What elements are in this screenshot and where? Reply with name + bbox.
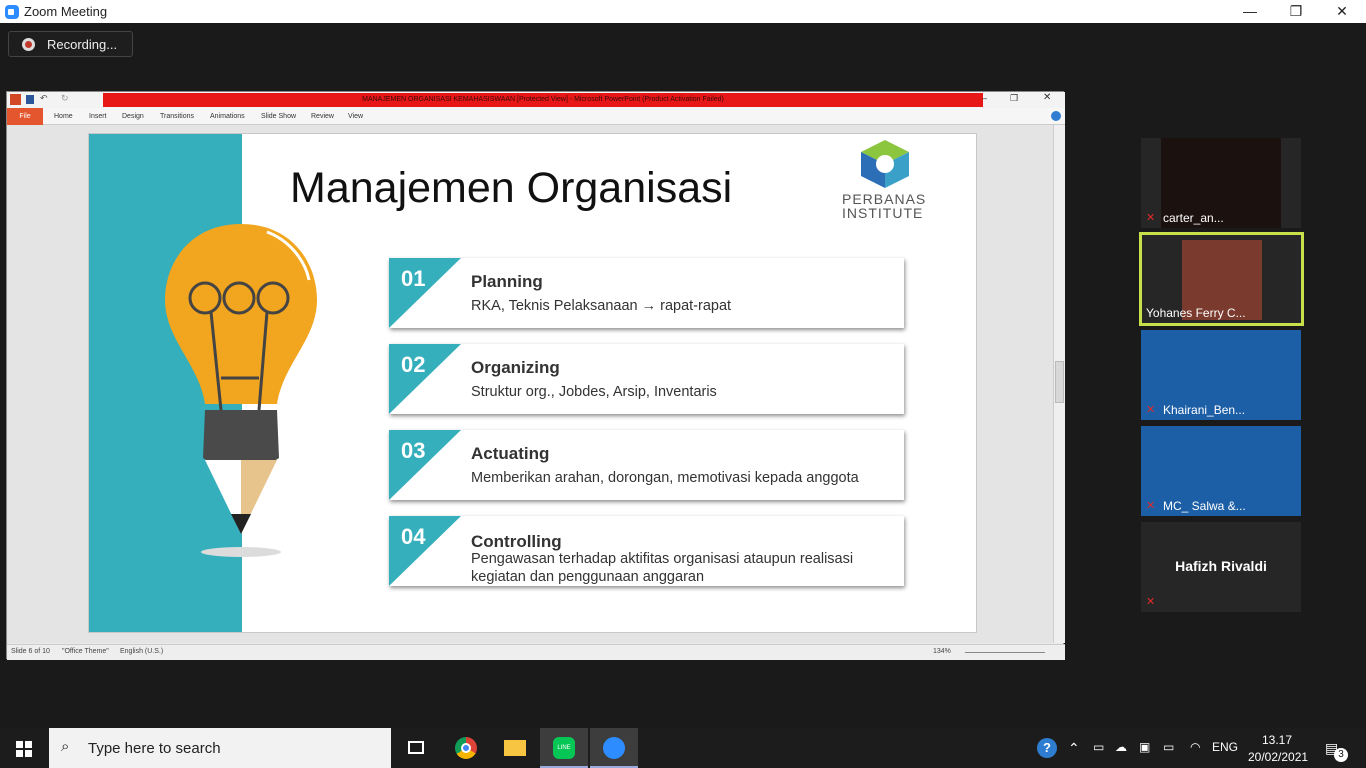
- redo-icon[interactable]: ↻: [61, 93, 69, 104]
- mic-muted-icon: ✕: [1146, 500, 1156, 512]
- ppt-minimize-button[interactable]: –: [982, 93, 987, 103]
- perbanas-logo-icon: [861, 140, 909, 188]
- list-item-controlling: 04 Controlling Pengawasan terhadap aktif…: [389, 516, 904, 586]
- status-bar: Slide 6 of 10 "Office Theme" English (U.…: [7, 644, 1065, 660]
- language-status[interactable]: English (U.S.): [120, 648, 163, 655]
- windows-taskbar: ⌕ Type here to search LINE ? ⌃ ▭ ☁ ▣ ▭ ◠…: [0, 728, 1366, 768]
- undo-icon[interactable]: ↶: [40, 93, 48, 104]
- mic-muted-icon: ✕: [1146, 596, 1156, 608]
- powerpoint-icon: [10, 94, 21, 105]
- item-number: 01: [401, 266, 426, 291]
- chrome-icon[interactable]: [442, 728, 490, 768]
- item-number: 03: [401, 438, 426, 463]
- participant-name: Hafizh Rivaldi: [1175, 558, 1267, 574]
- zoom-titlebar: Zoom Meeting — ❐ ✕: [0, 0, 1366, 23]
- slide: Manajemen Organisasi PERBANAS INSTITUTE: [88, 133, 977, 633]
- lightbulb-pencil-icon: [165, 224, 317, 557]
- shared-screen-powerpoint: ↶ ↻ MANAJEMEN ORGANISASI KEMAHASISWAAN […: [6, 91, 1065, 660]
- task-view-icon[interactable]: [392, 728, 440, 768]
- close-button[interactable]: ✕: [1319, 0, 1365, 23]
- item-number: 02: [401, 352, 426, 377]
- line-app-icon[interactable]: LINE: [540, 728, 588, 768]
- theme-name: "Office Theme": [62, 648, 109, 655]
- participant-tile[interactable]: Hafizh Rivaldi ✕: [1141, 522, 1301, 612]
- taskbar-search[interactable]: ⌕ Type here to search: [49, 728, 391, 768]
- zoom-slider[interactable]: [965, 652, 1045, 653]
- ppt-restore-button[interactable]: ❐: [1010, 93, 1018, 104]
- ppt-close-button[interactable]: ✕: [1043, 92, 1051, 103]
- participant-tile[interactable]: ✕ Khairani_Ben...: [1141, 330, 1301, 420]
- chevron-up-icon[interactable]: ⌃: [1068, 740, 1080, 757]
- mic-muted-icon: ✕: [1146, 404, 1156, 416]
- network-status-icon[interactable]: ▣: [1139, 740, 1150, 754]
- help-icon[interactable]: [1051, 111, 1061, 121]
- scroll-thumb[interactable]: [1055, 361, 1064, 403]
- list-item-actuating: 03 Actuating Memberikan arahan, dorongan…: [389, 430, 904, 500]
- notification-count-badge: 3: [1334, 748, 1348, 762]
- tab-insert[interactable]: Insert: [89, 108, 107, 125]
- slide-counter: Slide 6 of 10: [11, 648, 50, 655]
- record-icon: [22, 38, 35, 51]
- language-indicator[interactable]: ENG: [1212, 740, 1238, 754]
- participant-name: carter_an...: [1163, 211, 1224, 225]
- clock-time: 13.17: [1261, 733, 1293, 747]
- tab-animations[interactable]: Animations: [210, 108, 245, 125]
- item-title: Organizing: [471, 358, 560, 377]
- restore-button[interactable]: ❐: [1273, 0, 1319, 23]
- participant-name: MC_ Salwa &...: [1163, 499, 1246, 513]
- tab-design[interactable]: Design: [122, 108, 144, 125]
- ribbon-tabs: File Home Insert Design Transitions Anim…: [7, 108, 1065, 125]
- clock-date: 20/02/2021: [1248, 750, 1309, 764]
- tab-slide-show[interactable]: Slide Show: [261, 108, 296, 125]
- tab-view[interactable]: View: [348, 108, 363, 125]
- item-number: 04: [401, 524, 426, 549]
- tab-transitions[interactable]: Transitions: [160, 108, 194, 125]
- vertical-scrollbar[interactable]: [1053, 125, 1065, 643]
- item-title: Planning: [471, 272, 543, 291]
- save-icon[interactable]: [26, 95, 34, 104]
- zoom-app-icon[interactable]: [590, 728, 638, 768]
- list-item-organizing: 02 Organizing Struktur org., Jobdes, Ars…: [389, 344, 904, 414]
- list-item-planning: 01 Planning RKA, Teknis Pelaksanaan → ra…: [389, 258, 904, 328]
- zoom-logo-icon: [5, 5, 19, 19]
- window-title: Zoom Meeting: [24, 4, 108, 19]
- windows-start-icon[interactable]: [16, 741, 32, 757]
- item-title: Controlling: [471, 532, 562, 551]
- recording-indicator[interactable]: Recording...: [8, 31, 133, 57]
- slide-title: Manajemen Organisasi: [290, 164, 733, 212]
- recording-label: Recording...: [47, 37, 118, 52]
- participant-name: Yohanes Ferry C...: [1146, 306, 1246, 320]
- wifi-icon[interactable]: ◠: [1190, 740, 1200, 754]
- minimize-button[interactable]: —: [1227, 0, 1273, 23]
- zoom-level[interactable]: 134%: [933, 648, 951, 655]
- participant-tile[interactable]: ✕ carter_an...: [1141, 138, 1301, 228]
- cloud-icon[interactable]: ☁: [1115, 740, 1127, 754]
- mic-muted-icon: ✕: [1146, 212, 1156, 224]
- powerpoint-title: MANAJEMEN ORGANISASI KEMAHASISWAAN [Prot…: [103, 93, 983, 107]
- clock[interactable]: 13.17 20/02/2021: [1248, 732, 1309, 766]
- logo-text-line2: INSTITUTE: [842, 205, 924, 221]
- battery-icon[interactable]: ▭: [1163, 740, 1174, 754]
- tab-review[interactable]: Review: [311, 108, 334, 125]
- meet-now-icon[interactable]: ▭: [1093, 740, 1104, 754]
- participant-name: Khairani_Ben...: [1163, 403, 1246, 417]
- logo-text-line1: PERBANAS: [842, 191, 927, 207]
- item-title: Actuating: [471, 444, 550, 463]
- help-tray-icon[interactable]: ?: [1037, 738, 1057, 758]
- tab-home[interactable]: Home: [54, 108, 73, 125]
- participant-tile[interactable]: ✕ MC_ Salwa &...: [1141, 426, 1301, 516]
- item-desc: Struktur org., Jobdes, Arsip, Inventaris: [471, 384, 717, 400]
- file-explorer-icon[interactable]: [491, 728, 539, 768]
- item-desc: RKA, Teknis Pelaksanaan → rapat-rapat: [471, 298, 732, 314]
- item-desc: Pengawasan terhadap aktifitas organisasi…: [471, 551, 854, 585]
- tab-file[interactable]: File: [7, 108, 43, 125]
- item-desc: Memberikan arahan, dorongan, memotivasi …: [471, 470, 859, 486]
- search-icon: ⌕: [61, 738, 70, 755]
- participant-tile-active-speaker[interactable]: Yohanes Ferry C...: [1139, 232, 1304, 326]
- search-placeholder: Type here to search: [88, 740, 221, 757]
